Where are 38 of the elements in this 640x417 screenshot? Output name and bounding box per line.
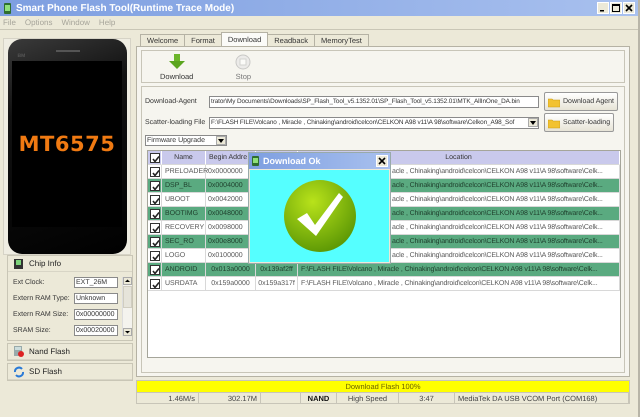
maximize-icon [612, 4, 620, 12]
memory-card-icon [13, 346, 24, 358]
chip-label: MT6575 [18, 132, 116, 156]
section-header[interactable]: Chip Info [8, 256, 132, 272]
checkbox[interactable] [150, 236, 160, 246]
checkbox[interactable] [150, 250, 160, 260]
close-button[interactable] [623, 2, 635, 14]
section-title: SD Flash [29, 367, 62, 376]
checkbox[interactable] [150, 222, 160, 232]
minimize-button[interactable] [597, 2, 609, 14]
app-icon [252, 156, 259, 166]
checkbox[interactable] [150, 278, 160, 288]
close-icon [378, 157, 386, 165]
dropdown-arrow-icon [530, 120, 536, 124]
section-title: Nand Flash [29, 347, 70, 356]
window-title: Smart Phone Flash Tool(Runtime Trace Mode) [16, 2, 236, 14]
checkmark-icon [282, 179, 356, 253]
dropdown-arrow-icon [218, 138, 224, 142]
download-arrow-icon [166, 52, 187, 70]
close-icon [625, 4, 633, 12]
checkbox[interactable] [150, 166, 160, 176]
scrollbar[interactable] [122, 277, 132, 336]
folder-icon [548, 116, 560, 128]
checkbox[interactable] [150, 194, 160, 204]
checkbox[interactable] [150, 152, 160, 162]
checkbox[interactable] [150, 180, 160, 190]
checkbox[interactable] [150, 208, 160, 218]
close-button[interactable] [376, 155, 388, 167]
folder-icon [548, 96, 560, 108]
section-header[interactable]: SD Flash [8, 364, 132, 380]
section-header[interactable]: Nand Flash [8, 344, 132, 360]
maximize-button[interactable] [610, 2, 622, 14]
checkbox[interactable] [150, 264, 160, 274]
refresh-icon [13, 366, 24, 378]
section-title: Chip Info [29, 259, 62, 268]
stop-icon [233, 52, 254, 70]
app-icon [3, 2, 12, 14]
chip-icon [13, 258, 24, 270]
